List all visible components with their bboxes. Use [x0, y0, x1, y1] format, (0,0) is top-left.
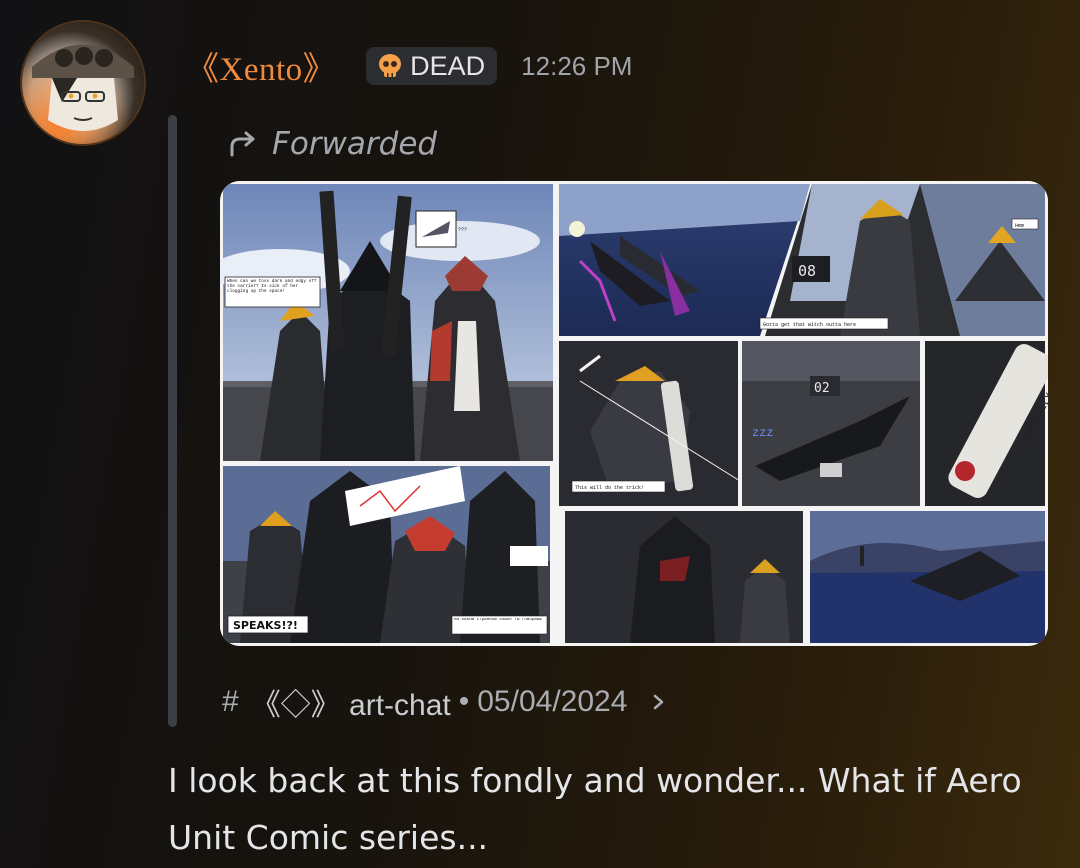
- comic-panel-8: [565, 511, 803, 643]
- username[interactable]: 《Xento》: [186, 42, 336, 90]
- comic-panel-6: COMICALLY L: [925, 341, 1048, 506]
- tail-code-08: 08: [798, 262, 816, 280]
- caption-trick: This will do the trick!: [575, 485, 644, 491]
- caption-witch: Gotta get that witch outta here: [763, 322, 856, 328]
- caption-top-left: When can we toss dark and edgy off the c…: [227, 279, 317, 294]
- comic-panel-7: SPEAKS!?! На каком странном языке ты гов…: [223, 466, 550, 643]
- role-badge-label: DEAD: [410, 50, 486, 81]
- comic-image-attachment[interactable]: ??? When can we toss dark and edgy off t…: [220, 181, 1048, 646]
- comic-panel-1: ??? When can we toss dark and edgy off t…: [220, 184, 553, 461]
- user-avatar[interactable]: [22, 22, 144, 144]
- separator-dot: •: [458, 685, 470, 718]
- caption-russian: На каком странном языке ты говоришь: [454, 618, 542, 622]
- forward-quote-bar: [168, 115, 177, 727]
- caption-hmm: Hmm: [1015, 223, 1024, 229]
- forwarded-label: Forwarded: [272, 126, 438, 162]
- zzz-text: zzz: [752, 426, 774, 440]
- message-timestamp[interactable]: 12:26 PM: [521, 51, 632, 82]
- role-badge[interactable]: DEAD: [366, 47, 498, 85]
- tail-code-02: 02: [814, 381, 830, 396]
- message-header: 《Xento》 DEAD 12:26 PM: [186, 40, 632, 92]
- caption-speaks: SPEAKS!?!: [233, 619, 298, 632]
- forward-source-link[interactable]: # 《◇》 art-chat • 05/04/2024: [222, 680, 669, 724]
- forwarded-header: Forwarded: [226, 126, 437, 162]
- thought-bubble-text: ???: [458, 227, 467, 233]
- comic-panel-5: 02 zzz: [742, 341, 920, 506]
- skull-icon: [379, 54, 402, 77]
- comic-panel-9: [810, 511, 1045, 643]
- comic-panel-4: This will do the trick!: [559, 341, 741, 506]
- message-content: I look back at this fondly and wonder...…: [168, 761, 1022, 857]
- channel-hash-icon: #: [222, 685, 239, 718]
- source-date: 05/04/2024: [477, 685, 628, 718]
- source-channel-name[interactable]: 《◇》 art-chat: [251, 680, 451, 724]
- forward-arrow-icon: [230, 131, 255, 157]
- chevron-right-icon[interactable]: [649, 690, 669, 714]
